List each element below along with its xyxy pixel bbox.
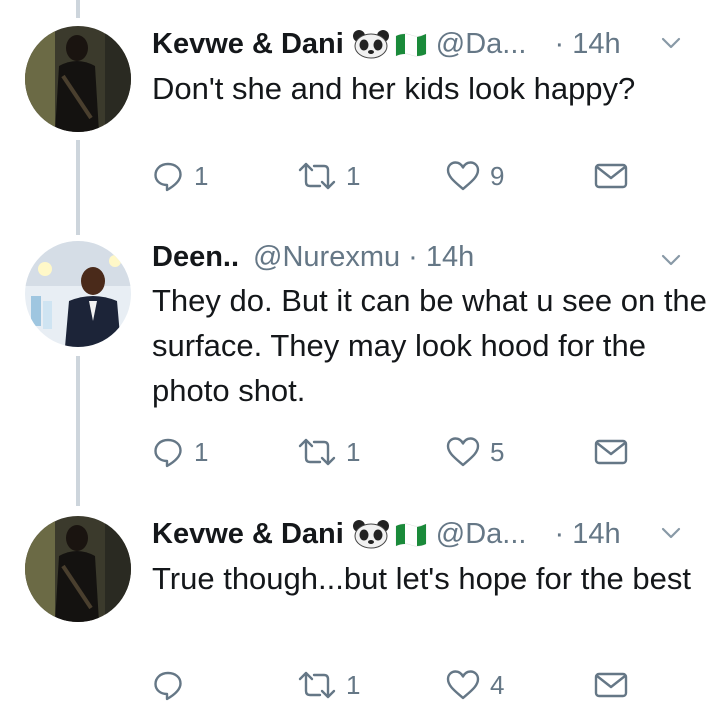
like-count: 4: [490, 669, 505, 700]
reply-count: 1: [194, 160, 209, 191]
thread-line-1: [76, 140, 80, 235]
thread-line-top: [76, 0, 80, 18]
like-count: 5: [490, 436, 505, 467]
tweet-header: Kevwe & Dani @Da... · 14h: [152, 514, 700, 554]
retweet-icon: [298, 162, 336, 190]
heart-icon: [446, 437, 480, 467]
nigeria-flag-emoji: [395, 33, 427, 57]
retweet-button[interactable]: 1: [298, 156, 360, 196]
retweet-icon: [298, 671, 336, 699]
avatar[interactable]: [25, 26, 131, 132]
retweet-icon: [298, 438, 336, 466]
panda-emoji: [352, 30, 389, 59]
retweet-count: 1: [346, 160, 361, 191]
direct-message-button[interactable]: [594, 665, 628, 705]
heart-icon: [446, 161, 480, 191]
display-name[interactable]: Kevwe & Dani: [152, 28, 344, 61]
tweet-header: Kevwe & Dani @Da... · 14h: [152, 24, 700, 64]
reply-button[interactable]: 1: [152, 156, 208, 196]
reply-button[interactable]: [152, 665, 194, 705]
chevron-down-icon[interactable]: [658, 520, 684, 546]
retweet-button[interactable]: 1: [298, 665, 360, 705]
chevron-down-icon[interactable]: [658, 30, 684, 56]
reply-count: 1: [194, 436, 209, 467]
envelope-icon: [594, 672, 628, 698]
retweet-count: 1: [346, 436, 361, 467]
avatar[interactable]: [25, 241, 131, 347]
display-name[interactable]: Kevwe & Dani: [152, 518, 344, 551]
tweet-text: Don't she and her kids look happy?: [152, 71, 636, 106]
tweet-text: They do. But it can be what u see on the…: [152, 283, 707, 408]
like-button[interactable]: 9: [446, 156, 504, 196]
heart-icon: [446, 670, 480, 700]
envelope-icon: [594, 163, 628, 189]
reply-button[interactable]: 1: [152, 432, 208, 472]
envelope-icon: [594, 439, 628, 465]
like-button[interactable]: 5: [446, 432, 504, 472]
like-count: 9: [490, 160, 505, 191]
like-button[interactable]: 4: [446, 665, 504, 705]
nigeria-flag-emoji: [395, 523, 427, 547]
thread-line-2: [76, 356, 80, 506]
timestamp[interactable]: · 14h: [554, 518, 620, 551]
direct-message-button[interactable]: [594, 156, 628, 196]
reply-icon: [154, 438, 182, 468]
handle[interactable]: @Da...: [436, 28, 527, 61]
handle[interactable]: @Da...: [436, 518, 527, 551]
handle[interactable]: @Nurexmu: [253, 241, 400, 274]
chevron-down-icon[interactable]: [658, 247, 684, 273]
panda-emoji: [352, 520, 389, 549]
tweet-header: Deen.. @Nurexmu · 14h: [152, 237, 700, 277]
retweet-button[interactable]: 1: [298, 432, 360, 472]
reply-icon: [154, 671, 182, 701]
timestamp[interactable]: · 14h: [554, 28, 620, 61]
tweet-actions: 1 1 9: [152, 156, 642, 196]
retweet-count: 1: [346, 669, 361, 700]
reply-icon: [154, 162, 182, 192]
tweet-text: True though...but let's hope for the bes…: [152, 561, 692, 596]
display-name[interactable]: Deen..: [152, 241, 239, 274]
timestamp[interactable]: · 14h: [408, 241, 474, 274]
direct-message-button[interactable]: [594, 432, 628, 472]
avatar[interactable]: [25, 516, 131, 622]
tweet-actions: 1 1 5: [152, 432, 642, 472]
tweet-actions: 1 4: [152, 665, 642, 705]
